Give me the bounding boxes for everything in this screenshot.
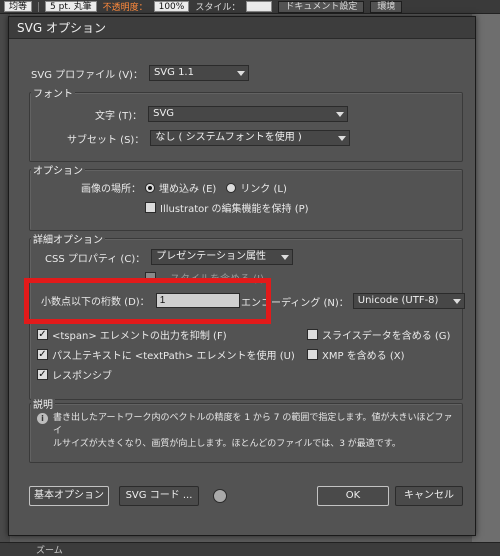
font-type-value: SVG xyxy=(153,108,175,119)
suppress-tspan-checkbox[interactable]: ✓ xyxy=(37,329,48,340)
textpath-checkbox[interactable]: ✓ xyxy=(37,349,48,360)
style-field[interactable] xyxy=(246,1,273,12)
font-type-select[interactable]: SVG xyxy=(148,106,349,122)
subset-value: なし ( システムフォントを使用 ) xyxy=(155,132,302,143)
svg-profile-select[interactable]: SVG 1.1 xyxy=(148,65,249,81)
options-group-title: オプション xyxy=(31,162,85,177)
chevron-down-icon xyxy=(236,71,245,76)
info-icon: i xyxy=(37,413,48,424)
svg-profile-value: SVG 1.1 xyxy=(153,67,194,78)
highlight-annotation xyxy=(24,278,271,324)
ok-button[interactable]: OK xyxy=(317,486,389,506)
subset-select[interactable]: なし ( システムフォントを使用 ) xyxy=(150,130,351,146)
embed-label[interactable]: 埋め込み (E) xyxy=(159,180,216,195)
include-slice-label[interactable]: スライスデータを含める (G) xyxy=(322,327,450,342)
preferences-button[interactable]: 環境 xyxy=(370,0,403,13)
chevron-down-icon xyxy=(281,255,290,260)
font-type-label: 文字 (T)： xyxy=(95,110,143,122)
document-setup-button[interactable]: ドキュメント設定 xyxy=(278,0,365,13)
svg-code-button[interactable]: SVG コード ... xyxy=(119,486,199,506)
preserve-editing-checkbox[interactable] xyxy=(145,202,156,213)
style-label: スタイル： xyxy=(195,3,241,13)
embed-radio[interactable] xyxy=(145,182,155,193)
include-xmp-label[interactable]: XMP を含める (X) xyxy=(322,347,405,362)
responsive-checkbox[interactable]: ✓ xyxy=(37,369,48,380)
preserve-editing-label[interactable]: Illustrator の編集機能を保持 (P) xyxy=(160,200,309,215)
include-xmp-checkbox[interactable] xyxy=(307,349,318,360)
suppress-tspan-label[interactable]: <tspan> エレメントの出力を抑制 (F) xyxy=(52,327,227,342)
opacity-field[interactable]: 100% xyxy=(153,1,190,12)
encoding-select[interactable]: Unicode (UTF-8) xyxy=(352,293,465,309)
css-properties-value: プレゼンテーション属性 xyxy=(156,251,267,262)
link-radio[interactable] xyxy=(226,182,237,193)
description-text-line2: ルサイズが大きくなり、画質が向上します。ほとんどのファイルでは、3 が最適です。 xyxy=(53,439,401,449)
css-properties-label: CSS プロパティ (C)： xyxy=(45,253,146,265)
encoding-value: Unicode (UTF-8) xyxy=(357,295,439,306)
separator xyxy=(38,1,40,12)
bottom-panel-bar: ズーム xyxy=(0,542,500,556)
font-group xyxy=(29,92,463,162)
include-slice-checkbox[interactable] xyxy=(307,329,318,340)
dialog-title: SVG オプション xyxy=(9,17,475,39)
canvas-right-edge xyxy=(472,14,500,542)
responsive-label[interactable]: レスポンシブ xyxy=(52,367,112,382)
css-properties-select[interactable]: プレゼンテーション属性 xyxy=(151,249,294,265)
blend-field[interactable]: 均等 xyxy=(4,1,33,12)
opacity-label[interactable]: 不透明度： xyxy=(103,0,148,13)
subset-label: サブセット (S)： xyxy=(67,134,145,146)
chevron-down-icon xyxy=(452,299,461,304)
description-group-title: 説明 xyxy=(31,396,55,411)
svg-profile-label: SVG プロファイル (V)： xyxy=(31,69,143,81)
advanced-group-title: 詳細オプション xyxy=(31,231,105,246)
chevron-down-icon xyxy=(338,136,347,141)
zoom-label: ズーム xyxy=(36,546,63,556)
description-text-line1: 書き出したアートワーク内のベクトルの精度を 1 から 7 の範囲で指定します。値… xyxy=(53,413,453,436)
globe-icon[interactable] xyxy=(213,489,227,503)
svg-options-dialog: SVG オプション SVG プロファイル (V)： SVG 1.1 フォント 文… xyxy=(8,16,476,536)
basic-options-button[interactable]: 基本オプション xyxy=(29,486,109,506)
textpath-label[interactable]: パス上テキストに <textPath> エレメントを使用 (U) xyxy=(52,347,295,362)
stroke-profile-field[interactable]: 5 pt. 丸筆 xyxy=(45,1,97,12)
chevron-down-icon xyxy=(336,112,345,117)
app-control-bar: 均等 5 pt. 丸筆 不透明度： 100% スタイル： ドキュメント設定 環境 xyxy=(0,0,500,14)
image-location-label: 画像の場所： xyxy=(81,184,141,195)
cancel-button[interactable]: キャンセル xyxy=(395,486,463,506)
font-group-title: フォント xyxy=(31,85,75,100)
link-label[interactable]: リンク (L) xyxy=(240,180,287,195)
